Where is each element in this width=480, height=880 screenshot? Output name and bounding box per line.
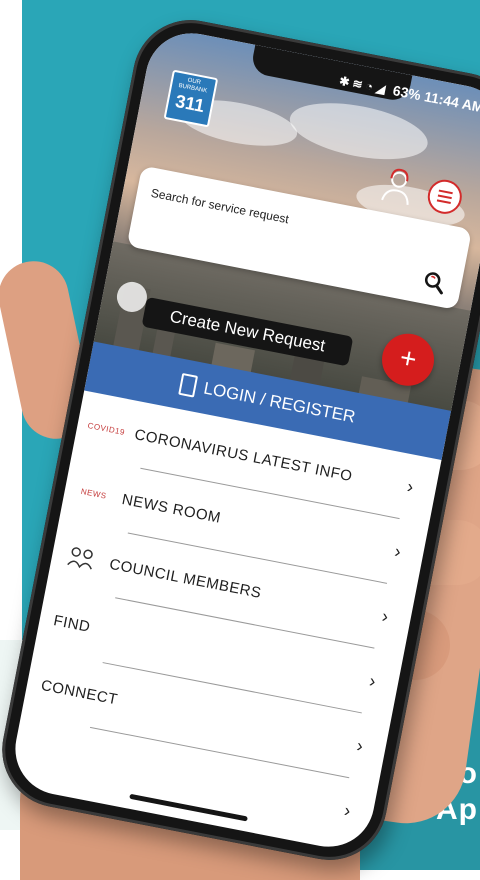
menu-item-label: FIND [52,611,92,636]
search-icon[interactable] [421,269,447,295]
main-menu: COVID19 CORONAVIRUS LATEST INFO › NEWS N… [9,391,442,849]
menu-item-label: COUNCIL MEMBERS [108,555,263,602]
support-agent-icon[interactable] [378,164,419,208]
globe-news-icon: NEWS [80,486,108,501]
people-icon [64,540,99,575]
burbank-311-logo: OUR BURBANK 311 [163,69,219,128]
cloud [285,93,433,170]
chevron-right-icon: › [342,800,353,821]
chevron-right-icon: › [367,670,378,692]
covid-icon: COVID19 [87,420,126,437]
chevron-right-icon: › [380,605,391,627]
menu-item-label: CONNECT [39,676,120,708]
chevron-right-icon: › [355,735,366,757]
menu-item-label: NEWS ROOM [120,490,223,527]
chevron-right-icon: › [392,540,404,562]
search-placeholder: Search for service request [149,185,291,227]
door-icon [178,372,199,398]
chevron-right-icon: › [405,476,416,498]
